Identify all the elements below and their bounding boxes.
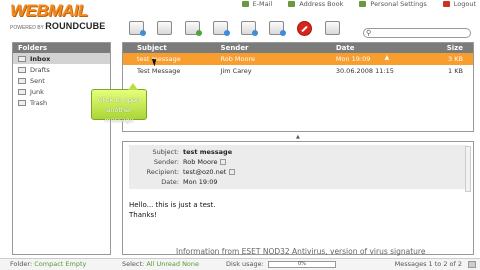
reply-all-icon [240, 21, 258, 36]
nav-personal-settings[interactable]: Personal Settings [359, 0, 427, 8]
folder-sent[interactable]: Sent [13, 75, 110, 86]
empty-link[interactable]: Empty [65, 260, 86, 268]
get-mail-button[interactable] [122, 17, 150, 39]
callout-pointer [128, 83, 138, 90]
forward-button[interactable] [262, 17, 290, 39]
preview-date: Mon 19:09 [183, 178, 218, 186]
message-list: Subject Sender Date ▲ Size test message R… [122, 42, 474, 132]
status-bar: Folder: Compact Empty Select: All Unread… [0, 258, 480, 270]
add-contact-icon[interactable] [220, 159, 227, 165]
nav-logout[interactable]: Logout [442, 0, 476, 8]
trash-icon [18, 99, 26, 106]
message-count: Messages 1 to 2 of 2 [394, 260, 462, 268]
delete-icon [296, 20, 312, 36]
compose-icon [156, 21, 172, 35]
column-size[interactable]: Size [421, 43, 473, 53]
junk-icon [18, 88, 26, 95]
address-icon [184, 21, 202, 36]
message-row[interactable]: Test Message Jim Carey 30.06.2008 11:15 … [123, 65, 473, 77]
folder-inbox[interactable]: Inbox [13, 53, 110, 64]
folder-drafts[interactable]: Drafts [13, 64, 110, 75]
folders-panel: Folders Inbox Drafts Sent Junk Trash [12, 42, 111, 255]
compose-button[interactable] [150, 17, 178, 39]
sent-icon [18, 77, 26, 84]
preview-recipient: test@oz0.net [183, 167, 236, 177]
reply-icon [212, 21, 230, 36]
address-button[interactable] [178, 17, 206, 39]
search-input[interactable]: ⚲ [363, 28, 471, 38]
inbox-icon [18, 55, 26, 62]
top-navigation: E-Mail Address Book Personal Settings Lo… [241, 0, 480, 8]
message-row[interactable]: test message Rob Moore Mon 19:09 3 KB [123, 53, 473, 65]
add-contact-icon[interactable] [229, 169, 236, 175]
column-subject[interactable]: Subject [123, 43, 207, 53]
folder-actions: Folder: Compact Empty [10, 260, 87, 268]
pane-splitter-icon[interactable]: ▲ [296, 134, 300, 140]
select-unread-link[interactable]: Unread [156, 260, 180, 268]
print-button[interactable] [318, 17, 346, 39]
reply-button[interactable] [206, 17, 234, 39]
reply-all-button[interactable] [234, 17, 262, 39]
search-icon: ⚲ [366, 29, 372, 37]
logo-title: WEBMAIL [10, 1, 88, 20]
webmail-logo: WEBMAIL POWERED BY ROUNDCUBE [10, 2, 110, 36]
folders-title: Folders [13, 43, 110, 53]
message-preview: Subject: test message Sender: Rob Moore Re… [122, 141, 474, 255]
select-all-link[interactable]: All [146, 260, 154, 268]
get-mail-icon [128, 21, 146, 36]
message-list-header: Subject Sender Date ▲ Size [123, 43, 473, 61]
column-sender[interactable]: Sender [207, 43, 322, 53]
address-book-icon [288, 1, 296, 7]
message-body: Hello... this is just a test. Thanks! [129, 201, 216, 219]
compact-link[interactable]: Compact [34, 260, 63, 268]
logout-icon [442, 1, 450, 7]
delete-button[interactable] [290, 17, 318, 39]
toolbar [122, 17, 346, 39]
preview-subject: test message [183, 148, 233, 156]
select-none-link[interactable]: None [182, 260, 199, 268]
disk-usage-label: Disk usage: [226, 260, 264, 268]
select-actions: Select: All Unread None [122, 260, 200, 268]
settings-icon [359, 1, 367, 7]
disk-usage-bar: 0% [268, 261, 336, 268]
print-icon [324, 21, 340, 35]
preview-scrollbar[interactable] [465, 146, 471, 192]
antivirus-notice: Information from ESET NOD32 Antivirus, v… [176, 247, 426, 256]
drafts-icon [18, 66, 26, 73]
column-date[interactable]: Date ▲ [322, 43, 421, 61]
mail-icon [241, 1, 249, 7]
nav-address-book[interactable]: Address Book [288, 0, 343, 8]
next-page-icon[interactable] [468, 261, 476, 268]
preview-sender: Rob Moore [183, 157, 227, 167]
forward-icon [268, 21, 286, 36]
message-headers: Subject: test message Sender: Rob Moore Re… [129, 145, 467, 189]
logo-subtitle: POWERED BY ROUNDCUBE [10, 21, 106, 31]
tutorial-callout: Click to open another message [91, 83, 147, 124]
nav-email[interactable]: E-Mail [241, 0, 272, 8]
